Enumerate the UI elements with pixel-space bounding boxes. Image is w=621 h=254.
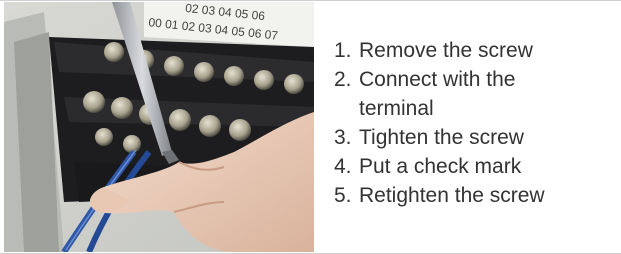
step-number: 1. xyxy=(334,39,352,62)
step-number: 3. xyxy=(334,126,352,149)
step-text: Remove the screw xyxy=(359,39,533,62)
list-item: 5. Retighten the screw xyxy=(334,181,619,210)
instruction-panel: 02 03 04 05 06 00 01 02 03 04 05 06 07 1… xyxy=(0,0,621,254)
step-text: Retighten the screw xyxy=(359,184,545,207)
step-text: Connect with the xyxy=(359,68,516,91)
step-number: 4. xyxy=(334,155,352,178)
step-text: Put a check mark xyxy=(359,155,522,178)
terminal-block-wiring-photo: 02 03 04 05 06 00 01 02 03 04 05 06 07 xyxy=(4,2,314,252)
step-text: Tighten the screw xyxy=(359,126,524,149)
step-text-continued: terminal xyxy=(359,97,434,120)
list-item: 2. Connect with the terminal xyxy=(334,65,619,123)
steps-list: 1. Remove the screw 2. Connect with the te… xyxy=(334,36,619,210)
list-item: 4. Put a check mark xyxy=(334,152,619,181)
list-item: 1. Remove the screw xyxy=(334,36,619,65)
step-number: 5. xyxy=(334,184,352,207)
list-item: 3. Tighten the screw xyxy=(334,123,619,152)
step-number: 2. xyxy=(334,68,352,91)
